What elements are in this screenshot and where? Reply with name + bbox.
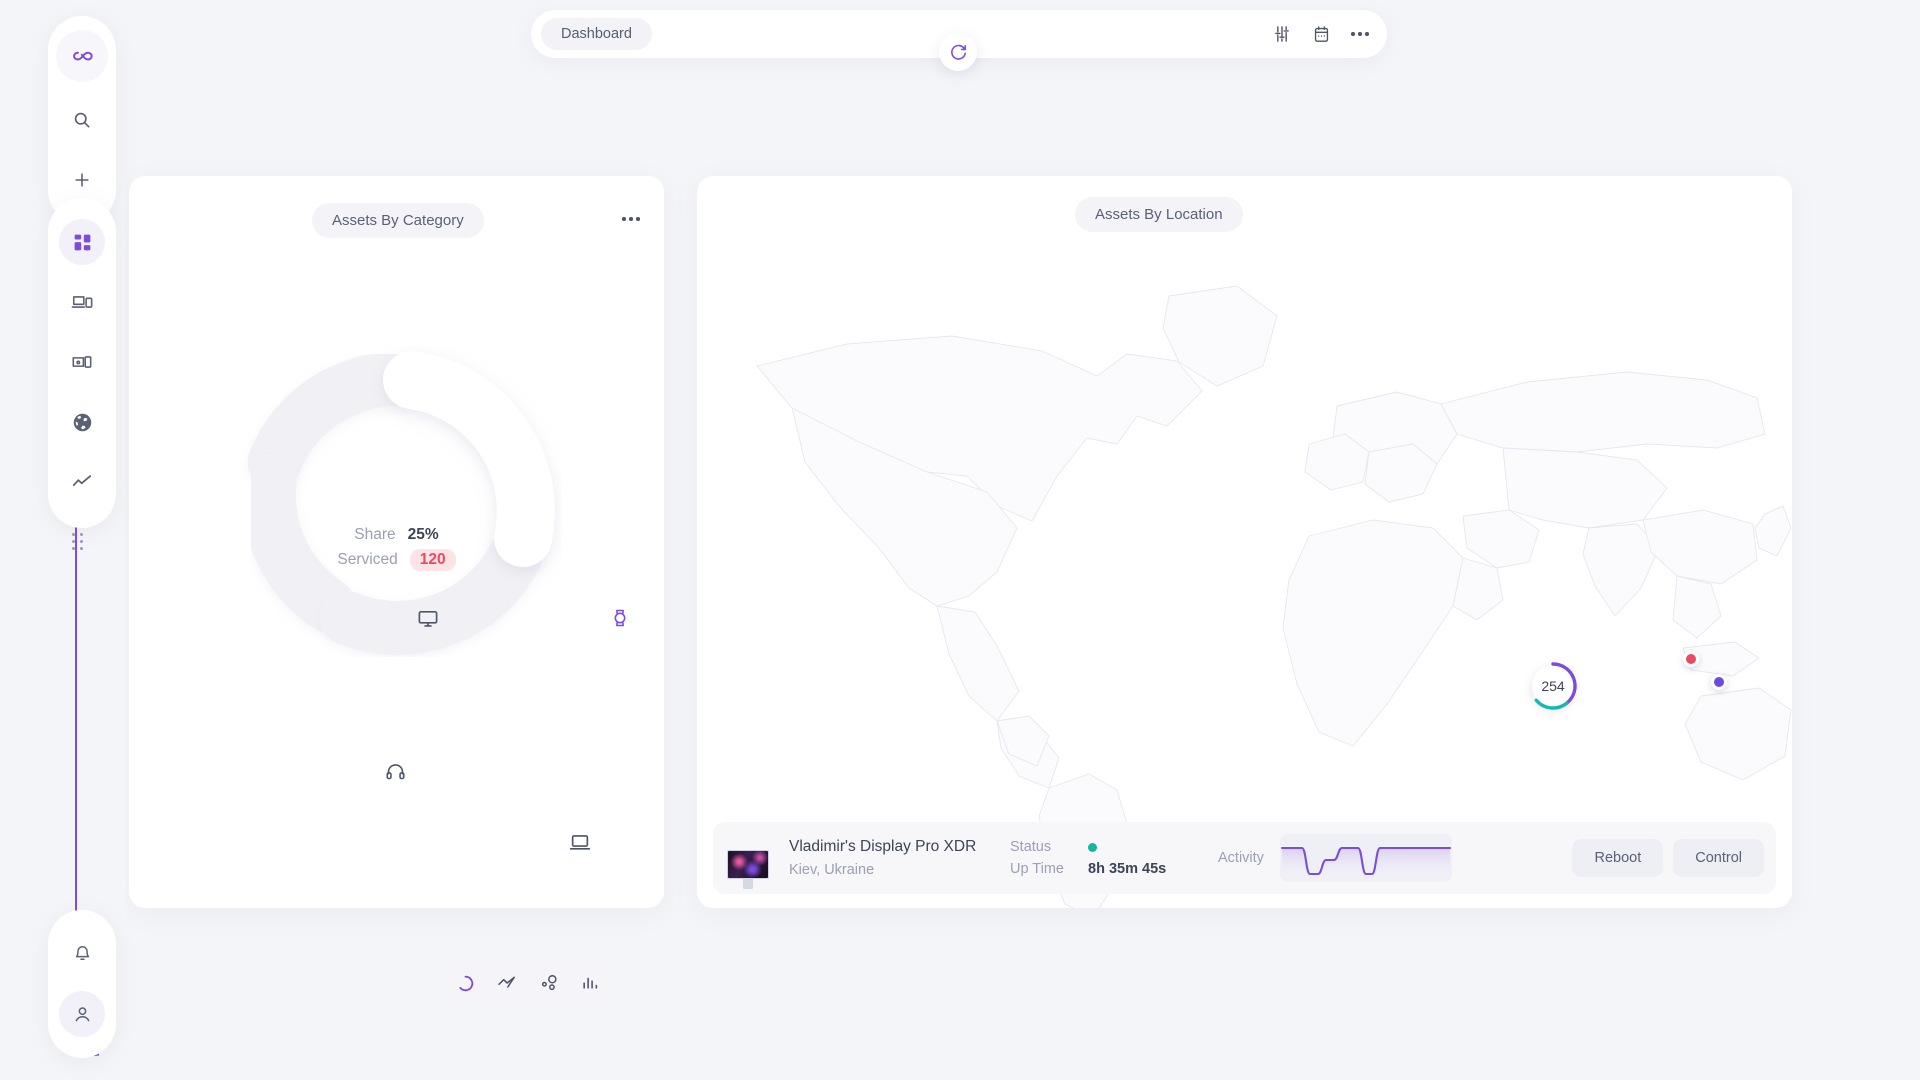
calendar-icon[interactable] [1312,25,1331,44]
device-stats: Status Up Time 8h 35m 45s [1010,839,1200,877]
world-map-svg [756,285,1792,908]
world-map[interactable]: 254 [697,176,1792,908]
share-value: 25% [407,526,439,543]
watch-icon[interactable] [610,608,630,633]
device-detail-bar: Vladimir's Display Pro XDR Kiev, Ukraine… [713,822,1776,894]
donut-chart: Share 25% Serviced 120 [129,336,664,716]
map-cluster-marker[interactable]: 254 [1529,662,1577,710]
bar-chart-icon[interactable] [581,974,600,993]
line-chart-icon[interactable] [497,973,517,993]
sidebar-bottom-group [48,910,116,1058]
sidebar-item-search[interactable] [59,97,105,143]
tab-dashboard[interactable]: Dashboard [541,18,652,50]
sidebar-item-analytics[interactable] [59,459,105,505]
sidebar-item-add[interactable] [59,157,105,203]
donut-center-stats: Share 25% Serviced 120 [129,526,664,571]
cluster-ring [1529,662,1577,710]
trend-line-icon [71,471,93,493]
laptop-icon[interactable] [569,831,591,858]
sidebar-nav-group [48,198,116,528]
great-lakes-marker[interactable] [1711,674,1727,690]
refresh-icon[interactable] [939,33,977,71]
sidebar [20,8,125,1072]
serviced-badge: 120 [409,549,456,571]
monitor-icon[interactable] [417,608,439,635]
activity-sparkline [1279,834,1452,882]
device-location: Kiev, Ukraine [789,862,875,878]
more-horizontal-icon[interactable] [1351,32,1369,36]
plus-icon [72,170,92,190]
status-label: Status [1010,839,1052,855]
sidebar-item-dashboard[interactable] [59,219,105,265]
donut-chart-svg[interactable] [232,346,562,676]
sidebar-item-locations[interactable] [59,399,105,445]
canada-marker[interactable] [1683,651,1699,667]
tab-list: Dashboard [541,18,1272,50]
activity-sparkline-svg [1280,846,1451,882]
sidebar-item-devices[interactable] [59,279,105,325]
bubble-chart-icon[interactable] [539,973,559,993]
chart-type-toggle [442,965,614,1001]
dashboard-grid-icon [72,232,93,253]
sidebar-item-account[interactable] [59,991,105,1037]
control-button[interactable]: Control [1673,839,1764,877]
drag-handle-icon[interactable] [72,533,84,550]
uptime-label: Up Time [1010,861,1064,877]
device-identity: Vladimir's Display Pro XDR Kiev, Ukraine [789,838,1004,878]
device-name: Vladimir's Display Pro XDR [789,838,977,855]
devices-icon [71,291,93,313]
globe-icon [72,412,93,433]
status-row: Status [1010,839,1200,855]
sidebar-item-assets[interactable] [59,339,105,385]
sidebar-item-notifications[interactable] [59,931,105,977]
serviced-label: Serviced [337,551,398,568]
headphones-icon[interactable] [385,761,406,787]
sidebar-top-group [48,16,116,224]
assets-by-location-card: 254 Assets By Location Vladimir's Displa… [697,176,1792,908]
assets-by-category-card: Assets By Category Share 25% Serviced 12… [129,176,664,1001]
reboot-button[interactable]: Reboot [1572,839,1664,877]
status-badge [1088,842,1097,852]
category-card-title: Assets By Category [312,203,484,238]
device-actions: Reboot Control [1572,839,1764,877]
topbar-actions [1272,24,1369,44]
infinity-logo-icon[interactable] [56,30,108,82]
category-card-menu-icon[interactable] [622,217,640,221]
share-label: Share [354,526,396,543]
location-card-title: Assets By Location [1075,197,1243,232]
sliders-icon[interactable] [1272,24,1292,44]
user-icon [72,1004,93,1025]
donut-share-row: Share 25% [354,526,438,544]
activity-label: Activity [1218,850,1264,866]
uptime-value: 8h 35m 45s [1088,861,1167,877]
uptime-row: Up Time 8h 35m 45s [1010,861,1200,877]
pro-display-xdr-thumbnail [727,837,769,889]
asset-box-icon [71,351,93,373]
search-icon [72,110,92,130]
bell-icon [72,944,93,965]
donut-serviced-row: Serviced 120 [337,549,456,571]
donut-chart-icon[interactable] [456,974,475,993]
